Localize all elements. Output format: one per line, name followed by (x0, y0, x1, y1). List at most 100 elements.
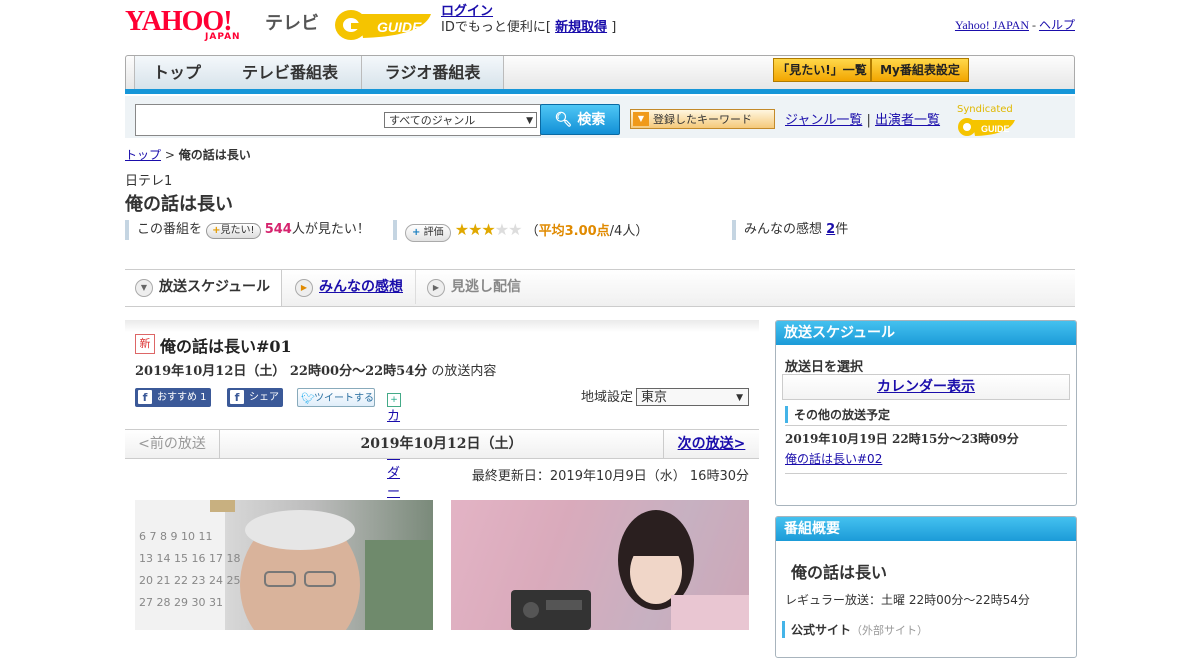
search-button[interactable]: 🔍︎ 検索 (540, 104, 620, 135)
svg-text:GUIDE: GUIDE (981, 124, 1010, 134)
facebook-share-button[interactable]: f シェア (227, 388, 283, 407)
region-select[interactable]: 東京 ▼ (636, 388, 749, 406)
nav-accent-bar (125, 89, 1075, 94)
kanso-count-link[interactable]: 2 (826, 222, 835, 237)
search-links: ジャンル一覧 | 出演者一覧 (785, 109, 940, 128)
register-link[interactable]: 新規取得 (555, 20, 607, 35)
mitai-button-label: 見たい! (220, 225, 255, 236)
region-select-value: 東京 (641, 390, 668, 405)
registered-keyword-label: 登録したキーワード (653, 113, 752, 126)
tab-top[interactable]: トップ (134, 56, 220, 90)
login-box: ログイン IDでもっと便利に[ 新規取得 ] (441, 4, 616, 36)
tab-reviews-label[interactable]: みんなの感想 (319, 279, 403, 295)
region-label: 地域設定 (581, 390, 634, 405)
registered-keyword-button[interactable]: ▼ 登録したキーワード (630, 109, 775, 129)
star-icon: ★ (481, 220, 495, 239)
star-empty-icon: ★ (494, 220, 509, 239)
login-link[interactable]: ログイン (441, 4, 493, 19)
performer-list-link[interactable]: 出演者一覧 (875, 113, 940, 128)
tweet-label: ツイートする (314, 393, 374, 404)
star-icon: ★ (468, 220, 482, 239)
episode-datetime: 2019年10月12日（土） 22時00分～22時54分 の放送内容 (135, 360, 496, 379)
mitai-count: 544 (264, 222, 292, 237)
syndicated-gguide-badge: Syndicated GUIDE (957, 104, 1075, 139)
tab-schedule[interactable]: ▼ 放送スケジュール (125, 270, 282, 306)
genre-select[interactable]: すべてのジャンル ▼ (384, 112, 537, 128)
gguide-logo: GUIDE (335, 10, 431, 40)
tweet-button[interactable]: 🐦︎ ツイートする (297, 388, 375, 407)
genre-select-value: すべてのジャンル (389, 114, 476, 127)
twitter-bird-icon: 🐦︎ (301, 392, 315, 405)
official-site-label[interactable]: 公式サイト (791, 623, 851, 637)
svg-text:20 21 22 23 24 25: 20 21 22 23 24 25 (139, 574, 240, 587)
schedule-panel: 放送スケジュール 放送日を選択 カレンダー表示 その他の放送予定 2019年10… (775, 320, 1077, 506)
svg-text:6 7 8 9 10 11: 6 7 8 9 10 11 (139, 530, 212, 543)
plus-icon: + (412, 227, 421, 238)
play-icon: ▶ (427, 279, 445, 297)
rating-stat: + 評価 ★★★★★ （平均3.00点/4人） (393, 220, 649, 242)
tab-missed[interactable]: ▶ 見逃し配信 (417, 270, 551, 304)
episode-title: 俺の話は長い#01 (160, 337, 292, 356)
page-title: 俺の話は長い (125, 194, 233, 215)
calendar-view-link[interactable]: カレンダー表示 (877, 379, 975, 395)
tab-schedule-label: 放送スケジュール (159, 279, 271, 295)
tv-label[interactable]: テレビ (265, 9, 319, 35)
facebook-share-label: シェア (249, 392, 279, 403)
next-broadcast[interactable]: 次の放送> (663, 430, 759, 458)
breadcrumb-top-link[interactable]: トップ (125, 148, 161, 162)
facebook-recommend-label: おすすめ 1 (157, 392, 207, 403)
syndicated-label: Syndicated (957, 104, 1013, 115)
prev-broadcast: <前の放送 (125, 430, 220, 458)
episode-header: 新 俺の話は長い#01 2019年10月12日（土） 22時00分～22時54分… (125, 320, 759, 557)
search-button-label: 検索 (577, 112, 606, 128)
chevron-down-icon: ▼ (135, 279, 153, 297)
facebook-recommend-button[interactable]: f おすすめ 1 (135, 388, 211, 407)
mitai-button[interactable]: +見たい! (206, 223, 261, 239)
star-icon: ★ (454, 220, 469, 239)
kanso-label: みんなの感想 (744, 222, 827, 237)
breadcrumb-sep: > (161, 148, 179, 162)
my-schedule-button[interactable]: My番組表設定 (871, 58, 969, 82)
tab-reviews[interactable]: ▶ みんなの感想 (285, 270, 416, 304)
genre-list-link[interactable]: ジャンル一覧 (785, 113, 862, 128)
tab-tv-schedule[interactable]: テレビ番組表 (219, 56, 362, 90)
tab-radio-schedule[interactable]: ラジオ番組表 (362, 56, 504, 90)
divider (785, 473, 1067, 474)
star-rating: ★★★★★ (454, 220, 523, 239)
hyoka-button-label: 評価 (423, 227, 444, 238)
breadcrumb-current: 俺の話は長い (178, 148, 251, 162)
other-schedule-heading: その他の放送予定 (785, 406, 890, 423)
station-name: 日テレ1 (125, 174, 173, 189)
last-updated: 最終更新日：2019年10月9日（水） 16時30分 (471, 469, 749, 484)
kanso-stat: みんなの感想 2件 (732, 220, 848, 240)
star-empty-icon: ★ (508, 220, 522, 239)
rating-people: /4人） (609, 224, 649, 239)
mitai-suffix: 人が見たい！ (291, 222, 370, 237)
overview-panel-header: 番組概要 (776, 517, 1076, 541)
kanso-suffix: 件 (835, 222, 849, 237)
header: YAHOO! JAPAN テレビ GUIDE ログイン IDでもっと便利に[ 新… (125, 4, 1075, 48)
play-icon: ▶ (295, 279, 313, 297)
overview-title: 俺の話は長い (791, 563, 888, 582)
mitai-stat: この番組を +見たい! 544人が見たい！ (125, 220, 370, 240)
facebook-icon: f (138, 390, 152, 404)
next-broadcast-link[interactable]: 次の放送> (678, 436, 746, 452)
select-date-label: 放送日を選択 (785, 360, 864, 375)
yahoo-japan-label: JAPAN (205, 32, 241, 42)
calendar-plus-icon: + (387, 393, 401, 407)
chevron-down-icon: ▼ (736, 393, 743, 403)
program-tabs: ▼ 放送スケジュール ▶ みんなの感想 ▶ 見逃し配信 (125, 269, 1075, 307)
svg-text:27 28 29 30 31: 27 28 29 30 31 (139, 596, 223, 609)
official-site-note: （外部サイト） (851, 624, 929, 637)
hyoka-button[interactable]: + 評価 (405, 224, 451, 242)
tab-missed-label: 見逃し配信 (451, 279, 521, 295)
plus-icon: + (212, 225, 221, 236)
next-episode-link[interactable]: 俺の話は長い#02 (785, 450, 882, 467)
next-broadcast-datetime: 2019年10月19日 22時15分～23時09分 (785, 432, 1019, 446)
mitai-list-button[interactable]: 「見たい!」一覧 (773, 58, 871, 82)
help-link[interactable]: ヘルプ (1039, 18, 1075, 32)
search-icon: 🔍︎ (554, 112, 573, 128)
yahoo-japan-link[interactable]: Yahoo! JAPAN (955, 18, 1029, 32)
calendar-view[interactable]: カレンダー表示 (782, 374, 1070, 400)
divider (785, 425, 1067, 426)
